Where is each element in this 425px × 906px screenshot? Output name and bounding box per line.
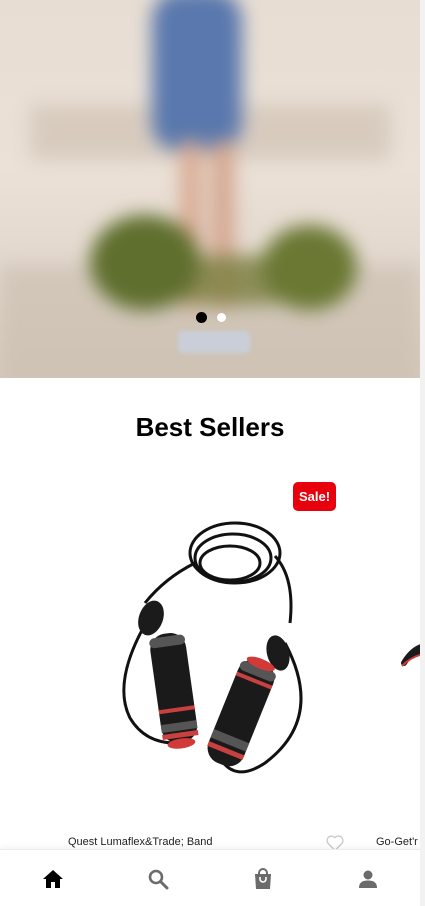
carousel-dot-1[interactable] — [196, 312, 207, 323]
account-icon — [358, 870, 377, 888]
hero-banner[interactable] — [0, 0, 420, 378]
app-page: Best Sellers Sale! Quest Lumaflex&Trade;… — [0, 0, 420, 906]
carousel-indicators — [196, 312, 226, 323]
section-title: Best Sellers — [135, 412, 285, 442]
nav-search[interactable] — [138, 859, 178, 899]
hero-cta-button[interactable] — [178, 331, 250, 353]
search-icon — [148, 869, 168, 889]
nav-cart[interactable] — [243, 859, 283, 899]
product-image-icon — [401, 644, 420, 667]
home-icon — [42, 869, 63, 888]
sale-badge: Sale! — [293, 482, 336, 511]
bottom-navigation — [0, 849, 420, 906]
product-card-next[interactable]: Go-Get'r — [370, 478, 420, 858]
nav-account[interactable] — [348, 859, 388, 899]
product-name[interactable]: Go-Get'r — [376, 836, 418, 848]
product-name[interactable]: Quest Lumaflex&Trade; Band — [68, 836, 213, 848]
nav-home[interactable] — [33, 859, 73, 899]
product-card[interactable]: Sale! Quest Lumaflex&Trade; Band — [60, 478, 350, 858]
carousel-dot-2[interactable] — [217, 313, 226, 322]
scrollbar-track[interactable] — [420, 0, 425, 906]
shopping-bag-icon — [254, 867, 271, 889]
jump-rope-icon — [122, 521, 303, 774]
